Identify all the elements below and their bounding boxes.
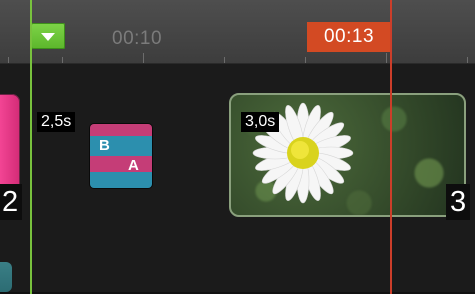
ruler-tick <box>8 57 9 63</box>
transition-band <box>90 172 152 188</box>
clip-number: 2 <box>0 184 23 220</box>
triangle-down-icon <box>41 33 55 41</box>
transition-duration: 2,5s <box>37 112 76 132</box>
ruler-time-label: 00:10 <box>112 28 163 49</box>
marker-dropdown-button[interactable] <box>31 23 65 49</box>
audio-clip-edge[interactable] <box>0 262 12 292</box>
transition-duration: 3,0s <box>241 112 280 132</box>
clip-number: 3 <box>446 184 471 220</box>
transition-letter-a: A <box>128 157 139 174</box>
playhead-line[interactable] <box>390 0 392 294</box>
ruler-tick <box>305 57 306 63</box>
ruler-tick <box>467 57 468 63</box>
ruler-tick <box>224 57 225 63</box>
ruler-tick <box>386 53 387 63</box>
video-track[interactable]: 2 2,5s B A 3,0s 3 <box>0 64 475 294</box>
current-time-indicator[interactable]: 00:13 <box>307 22 391 52</box>
ruler-tick <box>62 57 63 63</box>
transition-letter-b: B <box>99 137 110 154</box>
transition-band <box>90 124 152 136</box>
transition-icon[interactable]: B A <box>90 124 152 188</box>
time-ruler[interactable]: 00:10 00:13 <box>0 0 475 64</box>
transition-band <box>90 156 152 172</box>
timeline-editor: 00:10 00:13 2 2,5s B A 3,0s 3 <box>0 0 475 294</box>
ruler-tick <box>143 53 144 63</box>
marker-line[interactable] <box>30 0 32 294</box>
